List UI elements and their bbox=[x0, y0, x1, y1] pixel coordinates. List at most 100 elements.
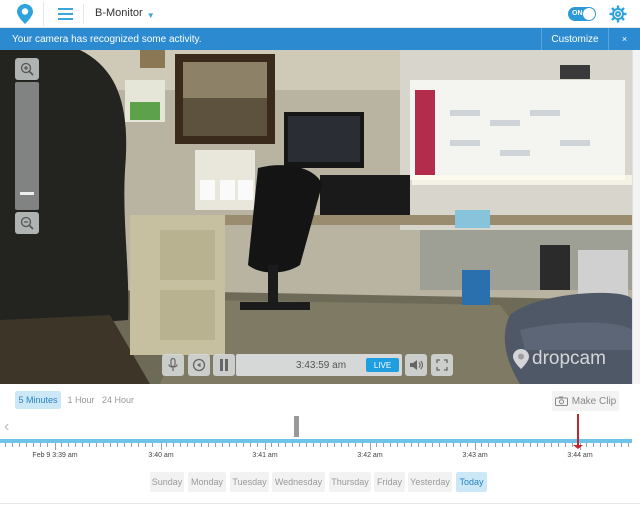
timeline-tick bbox=[600, 443, 601, 447]
microphone-icon[interactable] bbox=[162, 354, 184, 376]
timeline-tick bbox=[537, 443, 538, 447]
timeline-tick bbox=[299, 443, 300, 447]
zoom-out-icon[interactable] bbox=[15, 212, 39, 234]
timeline-tick bbox=[418, 443, 419, 447]
timeline-scrubber-handle[interactable] bbox=[294, 416, 299, 437]
day-monday[interactable]: Monday bbox=[188, 472, 226, 492]
timeline-tick bbox=[40, 443, 41, 447]
timeline-tick bbox=[593, 443, 594, 447]
zoom-in-icon[interactable] bbox=[15, 58, 39, 80]
timeline-label: 3:44 am bbox=[567, 452, 593, 459]
day-yesterday[interactable]: Yesterday bbox=[408, 472, 452, 492]
day-tuesday[interactable]: Tuesday bbox=[230, 472, 269, 492]
live-position-marker bbox=[577, 414, 579, 447]
live-button[interactable]: LIVE bbox=[366, 358, 399, 372]
timeline-tick bbox=[502, 443, 503, 447]
day-thursday[interactable]: Thursday bbox=[329, 472, 371, 492]
timeline-tick bbox=[530, 443, 531, 447]
menu-icon[interactable] bbox=[50, 3, 80, 25]
timeline-tick bbox=[96, 443, 97, 447]
timeline[interactable]: ‹ Feb 9 3:39 am 3:40 am 3:41 am 3:42 am … bbox=[0, 414, 640, 464]
timeline-tick bbox=[265, 443, 266, 450]
timeline-tick bbox=[390, 443, 391, 447]
gear-icon[interactable] bbox=[609, 5, 627, 23]
dropcam-drop-icon bbox=[513, 349, 529, 369]
timeline-tick bbox=[187, 443, 188, 447]
dropcam-logo-icon[interactable] bbox=[6, 2, 44, 26]
range-5-minutes[interactable]: 5 Minutes bbox=[15, 391, 61, 409]
timeline-tick bbox=[103, 443, 104, 447]
timeline-tick bbox=[152, 443, 153, 447]
close-notification-button[interactable]: × bbox=[608, 28, 640, 50]
divider bbox=[83, 4, 84, 24]
timeline-tick bbox=[404, 443, 405, 447]
day-selector: Sunday Monday Tuesday Wednesday Thursday… bbox=[0, 472, 640, 494]
customize-button[interactable]: Customize bbox=[541, 28, 608, 50]
timeline-tick bbox=[110, 443, 111, 447]
timeline-tick bbox=[75, 443, 76, 447]
timeline-tick bbox=[432, 443, 433, 447]
timeline-tick bbox=[348, 443, 349, 447]
timeline-tick bbox=[33, 443, 34, 447]
fullscreen-icon[interactable] bbox=[431, 354, 453, 376]
timeline-tick bbox=[523, 443, 524, 447]
timeline-tick bbox=[565, 443, 566, 447]
timeline-tick bbox=[47, 443, 48, 447]
timeline-tick bbox=[208, 443, 209, 447]
range-1-hour[interactable]: 1 Hour bbox=[65, 391, 97, 409]
timeline-tick bbox=[161, 443, 162, 450]
timeline-tick bbox=[278, 443, 279, 447]
timeline-tick bbox=[180, 443, 181, 447]
timeline-tick bbox=[327, 443, 328, 447]
zoom-slider-thumb[interactable] bbox=[20, 192, 34, 195]
timeline-tick bbox=[453, 443, 454, 447]
watermark-text: dropcam bbox=[532, 348, 606, 369]
timeline-tick bbox=[370, 443, 371, 450]
timeline-tick bbox=[292, 443, 293, 447]
timeline-tick bbox=[607, 443, 608, 447]
day-today[interactable]: Today bbox=[456, 472, 487, 492]
camera-power-toggle[interactable]: ON bbox=[568, 7, 596, 21]
timeline-tick bbox=[509, 443, 510, 447]
timeline-tick bbox=[306, 443, 307, 447]
volume-icon[interactable] bbox=[405, 354, 427, 376]
timeline-tick bbox=[215, 443, 216, 447]
timeline-tick bbox=[481, 443, 482, 447]
footer-divider bbox=[0, 503, 640, 511]
timeline-tick bbox=[138, 443, 139, 447]
page-scrollbar[interactable] bbox=[632, 50, 640, 384]
rewind-icon[interactable] bbox=[188, 354, 210, 376]
pause-icon[interactable] bbox=[213, 354, 235, 376]
timeline-tick bbox=[586, 443, 587, 447]
timeline-tick bbox=[201, 443, 202, 447]
timeline-tick bbox=[355, 443, 356, 447]
day-sunday[interactable]: Sunday bbox=[150, 472, 184, 492]
camera-video-feed[interactable] bbox=[0, 50, 632, 384]
timeline-tick bbox=[285, 443, 286, 447]
make-clip-button[interactable]: Make Clip bbox=[552, 391, 619, 411]
timeline-tick bbox=[194, 443, 195, 447]
timeline-tick bbox=[173, 443, 174, 447]
timeline-tick bbox=[82, 443, 83, 447]
timeline-tick bbox=[5, 443, 6, 447]
timeline-tick bbox=[383, 443, 384, 447]
timeline-tick bbox=[222, 443, 223, 447]
activity-notification: Your camera has recognized some activity… bbox=[0, 28, 640, 50]
timeline-tick bbox=[243, 443, 244, 447]
chevron-left-icon[interactable]: ‹ bbox=[4, 418, 9, 436]
camera-selector[interactable]: B-Monitor ▼ bbox=[95, 7, 155, 20]
range-24-hour[interactable]: 24 Hour bbox=[99, 391, 137, 409]
zoom-slider[interactable] bbox=[15, 82, 39, 210]
day-friday[interactable]: Friday bbox=[374, 472, 405, 492]
timeline-tick bbox=[628, 443, 629, 447]
timeline-tick bbox=[68, 443, 69, 447]
playback-time-bar: 3:43:59 am LIVE bbox=[236, 354, 402, 376]
day-wednesday[interactable]: Wednesday bbox=[272, 472, 325, 492]
timeline-label: 3:40 am bbox=[148, 452, 174, 459]
zoom-control bbox=[15, 58, 39, 234]
toggle-label: ON bbox=[572, 10, 583, 17]
timeline-tick bbox=[61, 443, 62, 447]
timeline-tick bbox=[475, 443, 476, 450]
current-time: 3:43:59 am bbox=[296, 360, 347, 371]
camera-icon bbox=[554, 396, 568, 406]
